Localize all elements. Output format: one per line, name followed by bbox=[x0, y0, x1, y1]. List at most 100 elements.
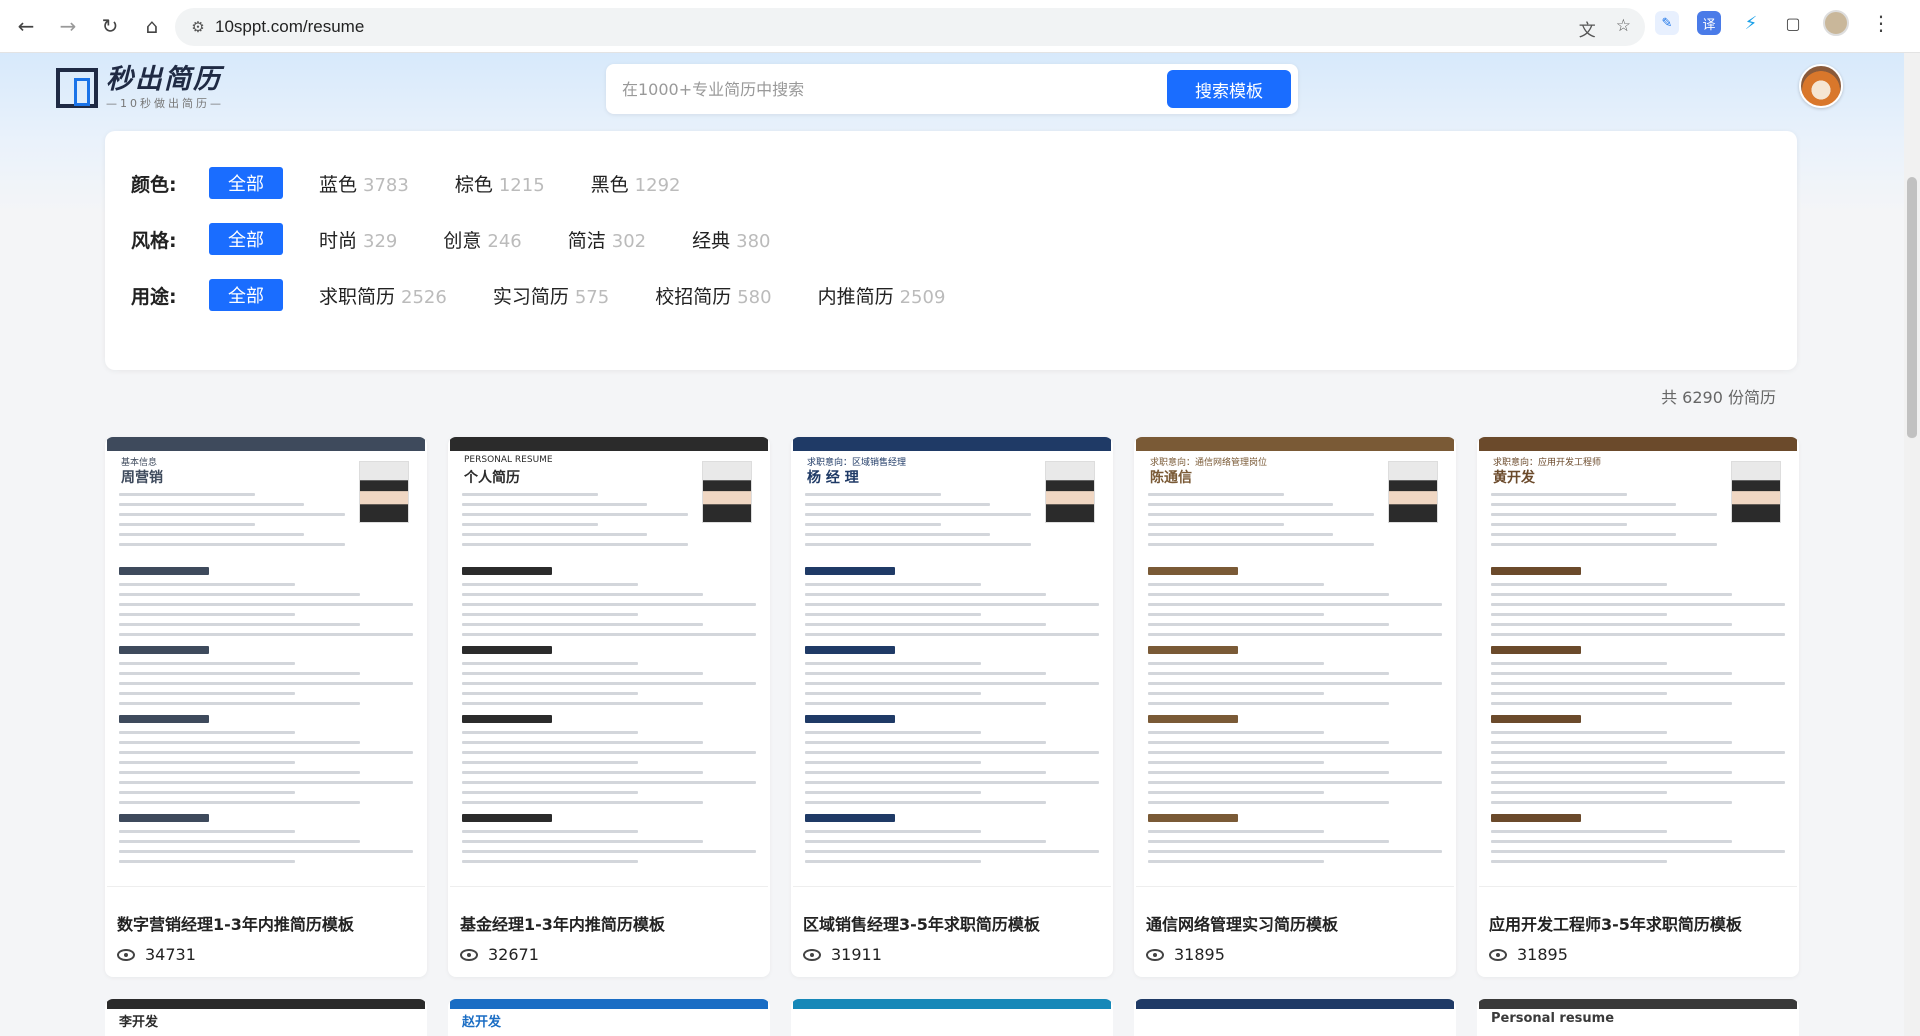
filter-option-blue[interactable]: 蓝色 3783 bbox=[319, 170, 409, 197]
template-card[interactable]: 李开发 bbox=[105, 999, 427, 1036]
search-button[interactable]: 搜索模板 bbox=[1167, 70, 1291, 108]
back-icon[interactable]: ← bbox=[6, 6, 46, 46]
thumbnail-name: 杨 经 理 bbox=[807, 470, 859, 486]
filter-option-creative[interactable]: 创意 246 bbox=[443, 226, 521, 253]
thumbnail-photo bbox=[359, 461, 409, 523]
template-card[interactable] bbox=[1134, 999, 1456, 1036]
filter-option-simple[interactable]: 简洁 302 bbox=[568, 226, 646, 253]
thumbnail-body bbox=[1148, 493, 1374, 553]
template-title[interactable]: 区域销售经理3-5年求职简历模板 bbox=[803, 911, 1040, 935]
template-card[interactable]: 求职意向：应用开发工程师 黄开发应用开发工程师3-5年求职简历模板 31895 bbox=[1477, 437, 1799, 977]
address-bar[interactable]: ⚙ 10sppt.com/resume 文 ☆ bbox=[175, 8, 1645, 46]
logo-subtitle: —10秒做出简历— bbox=[106, 97, 224, 110]
template-card[interactable]: 赵开发 bbox=[448, 999, 770, 1036]
template-thumbnail[interactable]: 求职意向：通信网络管理岗位 陈通信 bbox=[1136, 437, 1454, 887]
url-text[interactable]: 10sppt.com/resume bbox=[215, 17, 364, 37]
thumbnail-header-band bbox=[450, 999, 768, 1009]
home-icon[interactable]: ⌂ bbox=[132, 6, 172, 46]
filter-option-campus[interactable]: 校招简历 580 bbox=[655, 282, 771, 309]
thumbnail-header-band bbox=[107, 999, 425, 1009]
filter-option-job[interactable]: 求职简历 2526 bbox=[319, 282, 447, 309]
template-title[interactable]: 基金经理1-3年内推简历模板 bbox=[460, 911, 665, 935]
thumbnail-header-band bbox=[1136, 437, 1454, 451]
search-input[interactable] bbox=[622, 72, 1162, 106]
thumbnail-body bbox=[805, 557, 1099, 870]
template-thumbnail[interactable]: 基本信息 周营销 bbox=[107, 437, 425, 887]
thumbnail-name: 陈通信 bbox=[1150, 470, 1192, 486]
template-title[interactable]: 应用开发工程师3-5年求职简历模板 bbox=[1489, 911, 1742, 935]
bookmark-star-icon[interactable]: ☆ bbox=[1616, 16, 1631, 41]
thumbnail-header-band bbox=[1136, 999, 1454, 1009]
extension-pen-icon[interactable]: ✎ bbox=[1655, 11, 1679, 35]
site-settings-icon[interactable]: ⚙ bbox=[181, 18, 215, 36]
thumbnail-name: 个人简历 bbox=[464, 470, 520, 486]
view-count: 31895 bbox=[1146, 945, 1225, 964]
thumbnail-name: 赵开发 bbox=[462, 1015, 502, 1030]
template-card[interactable]: PERSONAL RESUME 个人简历基金经理1-3年内推简历模板 32671 bbox=[448, 437, 770, 977]
view-count-value: 32671 bbox=[488, 945, 539, 964]
filter-label: 风格: bbox=[131, 229, 177, 252]
thumbnail-name: 周营销 bbox=[121, 470, 163, 486]
eye-icon bbox=[117, 948, 135, 961]
template-card[interactable]: 基本信息 周营销数字营销经理1-3年内推简历模板 34731 bbox=[105, 437, 427, 977]
view-count-value: 34731 bbox=[145, 945, 196, 964]
template-card[interactable]: 求职意向：通信网络管理岗位 陈通信通信网络管理实习简历模板 31895 bbox=[1134, 437, 1456, 977]
thumbnail-name: 黄开发 bbox=[1493, 470, 1535, 486]
template-card[interactable]: 求职意向：区域销售经理杨 经 理区域销售经理3-5年求职简历模板 31911 bbox=[791, 437, 1113, 977]
scrollbar[interactable] bbox=[1904, 53, 1920, 1036]
thumbnail-photo bbox=[1045, 461, 1095, 523]
site-logo[interactable]: 秒出简历 —10秒做出简历— bbox=[56, 65, 224, 111]
thumbnail-body bbox=[462, 557, 756, 870]
extensions-puzzle-icon[interactable]: ▢ bbox=[1781, 11, 1805, 35]
browser-menu-icon[interactable]: ⋮ bbox=[1871, 11, 1891, 35]
thumbnail-header-band bbox=[1479, 999, 1797, 1009]
filter-option-black[interactable]: 黑色 1292 bbox=[591, 170, 681, 197]
thumbnail-header-band bbox=[107, 437, 425, 451]
view-count: 31895 bbox=[1489, 945, 1568, 964]
template-card[interactable]: Personal resume bbox=[1477, 999, 1799, 1036]
filter-row-purpose: 用途: 全部 求职简历 2526 实习简历 575 校招简历 580 内推简历 2509 bbox=[131, 279, 991, 311]
template-card[interactable] bbox=[791, 999, 1113, 1036]
translate-icon[interactable]: 文 bbox=[1579, 16, 1596, 41]
filter-option-referral[interactable]: 内推简历 2509 bbox=[818, 282, 946, 309]
template-thumbnail[interactable]: 求职意向：区域销售经理杨 经 理 bbox=[793, 437, 1111, 887]
forward-icon[interactable]: → bbox=[48, 6, 88, 46]
template-title[interactable]: 数字营销经理1-3年内推简历模板 bbox=[117, 911, 354, 935]
user-avatar[interactable] bbox=[1799, 64, 1843, 108]
thumbnail-header-text: PERSONAL RESUME bbox=[464, 455, 553, 465]
filter-option-intern[interactable]: 实习简历 575 bbox=[493, 282, 609, 309]
filter-option-classic[interactable]: 经典 380 bbox=[692, 226, 770, 253]
filter-row-style: 风格: 全部 时尚 329 创意 246 简洁 302 经典 380 bbox=[131, 223, 817, 255]
template-title[interactable]: 通信网络管理实习简历模板 bbox=[1146, 911, 1338, 935]
filter-row-color: 颜色: 全部 蓝色 3783 棕色 1215 黑色 1292 bbox=[131, 167, 726, 199]
thumbnail-body bbox=[119, 557, 413, 870]
extension-translate-icon[interactable]: 译 bbox=[1697, 11, 1721, 35]
filter-label: 颜色: bbox=[131, 173, 177, 196]
filter-option-fashion[interactable]: 时尚 329 bbox=[319, 226, 397, 253]
thumbnail-header-band bbox=[793, 437, 1111, 451]
thumbnail-body bbox=[119, 493, 345, 553]
thumbnail-header-band bbox=[1479, 437, 1797, 451]
thumbnail-photo bbox=[702, 461, 752, 523]
reload-icon[interactable]: ↻ bbox=[90, 6, 130, 46]
filter-option-brown[interactable]: 棕色 1215 bbox=[455, 170, 545, 197]
thumbnail-body bbox=[462, 493, 688, 553]
browser-toolbar: ← → ↻ ⌂ ⚙ 10sppt.com/resume 文 ☆ ✎ 译 ⚡ ▢ … bbox=[0, 0, 1920, 53]
browser-profile-avatar[interactable] bbox=[1823, 10, 1849, 36]
filter-color-all[interactable]: 全部 bbox=[209, 167, 283, 199]
template-thumbnail[interactable]: PERSONAL RESUME 个人简历 bbox=[450, 437, 768, 887]
scrollbar-thumb[interactable] bbox=[1907, 177, 1917, 439]
view-count-value: 31895 bbox=[1174, 945, 1225, 964]
eye-icon bbox=[1489, 948, 1507, 961]
template-thumbnail[interactable]: 求职意向：应用开发工程师 黄开发 bbox=[1479, 437, 1797, 887]
filter-style-all[interactable]: 全部 bbox=[209, 223, 283, 255]
thumbnail-photo bbox=[1388, 461, 1438, 523]
filter-purpose-all[interactable]: 全部 bbox=[209, 279, 283, 311]
extension-bolt-icon[interactable]: ⚡ bbox=[1739, 11, 1763, 35]
thumbnail-body bbox=[805, 493, 1031, 553]
eye-icon bbox=[460, 948, 478, 961]
thumbnail-body bbox=[1148, 557, 1442, 870]
thumbnail-name: 李开发 bbox=[119, 1015, 159, 1030]
thumbnail-body bbox=[1491, 493, 1717, 553]
thumbnail-body bbox=[1491, 557, 1785, 870]
